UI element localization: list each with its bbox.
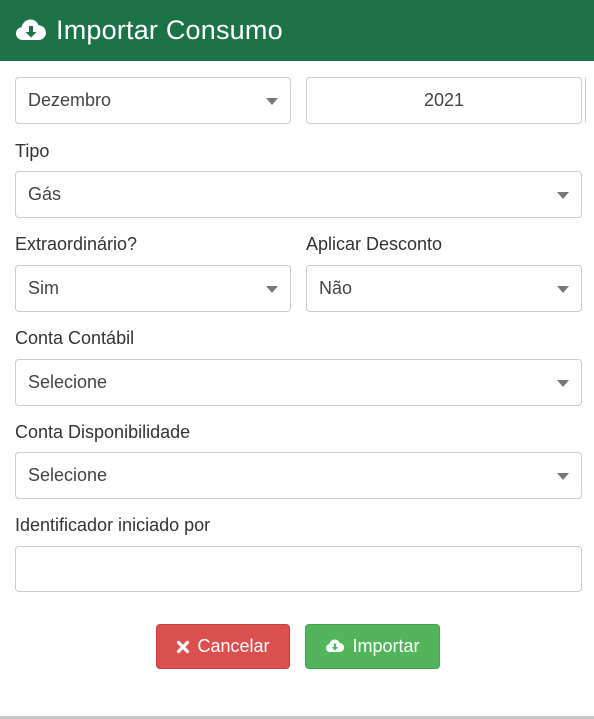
cloud-download-icon [325,638,345,655]
close-icon [176,640,190,654]
tipo-select-value: Gás [28,184,62,204]
tipo-label: Tipo [15,141,50,161]
desconto-select[interactable]: Não [306,265,582,312]
chevron-down-icon [557,473,569,480]
import-button-label: Importar [352,636,420,656]
identificador-label: Identificador iniciado por [15,515,211,535]
import-consumption-modal: Importar Consumo Dezembro 2021 Tipo Gás … [0,0,594,719]
year-input-value: 2021 [423,90,465,110]
conta-disponibilidade-label: Conta Disponibilidade [15,422,191,442]
year-input[interactable]: 2021 [306,77,582,124]
conta-disponibilidade-select[interactable]: Selecione [15,452,582,499]
modal-title: Importar Consumo [56,15,283,45]
conta-contabil-select-value: Selecione [28,372,108,392]
extraordinario-select-value: Sim [28,278,59,298]
tipo-select[interactable]: Gás [15,171,582,218]
chevron-down-icon [266,286,278,293]
conta-contabil-label: Conta Contábil [15,328,135,348]
identificador-input[interactable] [15,546,582,592]
conta-disponibilidade-select-value: Selecione [28,465,108,485]
chevron-down-icon [266,98,278,105]
cloud-download-icon [15,17,47,45]
conta-contabil-select[interactable]: Selecione [15,359,582,406]
modal-header: Importar Consumo [0,0,594,61]
extraordinario-label: Extraordinário? [15,234,138,254]
chevron-down-icon [557,286,569,293]
desconto-select-value: Não [319,278,353,298]
month-select-value: Dezembro [28,90,112,110]
cancel-button[interactable]: Cancelar [156,624,290,669]
desconto-label: Aplicar Desconto [306,234,443,254]
partial-field-edge [585,78,594,122]
chevron-down-icon [557,380,569,387]
extraordinario-select[interactable]: Sim [15,265,291,312]
month-select[interactable]: Dezembro [15,77,291,124]
chevron-down-icon [557,192,569,199]
cancel-button-label: Cancelar [197,636,270,656]
import-button[interactable]: Importar [305,624,440,669]
